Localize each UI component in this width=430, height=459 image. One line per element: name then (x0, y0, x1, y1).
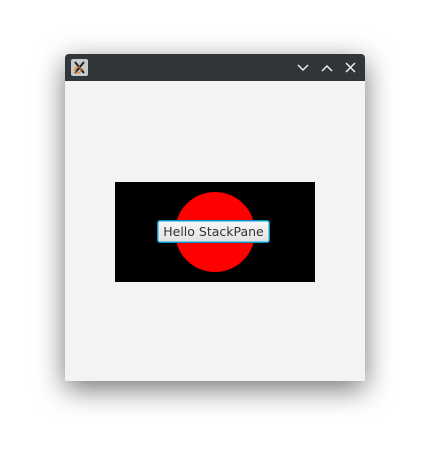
hello-stackpane-button[interactable]: Hello StackPane (157, 220, 270, 243)
app-window: Hello StackPane (65, 54, 365, 381)
minimize-button[interactable] (294, 59, 311, 76)
title-bar[interactable] (65, 54, 365, 81)
chevron-up-icon (320, 64, 333, 72)
x-window-icon (71, 59, 88, 76)
chevron-down-icon (296, 63, 309, 71)
content-pane: Hello StackPane (65, 81, 365, 381)
close-button[interactable] (342, 59, 359, 76)
close-icon (345, 62, 356, 73)
maximize-button[interactable] (318, 59, 335, 76)
stack-pane: Hello StackPane (115, 182, 315, 282)
